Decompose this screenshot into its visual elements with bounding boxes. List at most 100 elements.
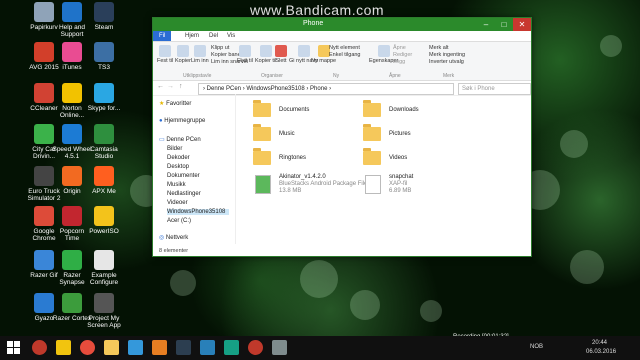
easy-access-button[interactable]: Enkel tilgang (329, 52, 361, 59)
app-icon (62, 2, 82, 22)
desktop-icon[interactable]: TS3 (84, 42, 124, 71)
app-icon[interactable] (224, 340, 239, 355)
app-icon (94, 293, 114, 313)
copy-to-button[interactable]: Kopier til (255, 45, 276, 64)
desktop-icon[interactable]: Project My Screen App (84, 293, 124, 329)
nav-item-acer-c[interactable]: Acer (C:) (167, 218, 191, 224)
nav-item-downloads[interactable]: Nedlastinger (167, 191, 201, 197)
nav-item-favorites[interactable]: ★ Favoritter (159, 100, 191, 107)
nav-item-homegroup[interactable]: ● Hjemmegruppe (159, 118, 205, 124)
select-all-button[interactable]: Merk alt (429, 45, 465, 52)
forward-icon[interactable]: → (167, 83, 174, 90)
nav-item-documents[interactable]: Dokumenter (167, 173, 200, 179)
app-icon (62, 206, 82, 226)
app-icon[interactable] (200, 340, 215, 355)
bandicam-watermark: www.Bandicam.com (250, 2, 385, 18)
power-icon[interactable] (32, 340, 47, 355)
delete-button[interactable]: Slett (275, 45, 287, 64)
group-label-open: Åpne (389, 73, 401, 79)
pin-button[interactable]: Fest til (157, 45, 173, 64)
app-icon (94, 83, 114, 103)
app-icon (62, 42, 82, 62)
ribbon-tabs: Fil Hjem Del Vis (153, 31, 531, 42)
new-small-actions[interactable]: Nytt element Enkel tilgang (329, 45, 361, 59)
language-indicator[interactable]: NOB (530, 344, 543, 350)
app-icon[interactable] (272, 340, 287, 355)
start-button[interactable] (6, 340, 21, 355)
nav-item-this-pc[interactable]: ▭ Denne PCen (159, 136, 201, 143)
history-button[interactable]: Logg (393, 59, 412, 66)
folder-ringtones[interactable]: Ringtones (279, 155, 306, 161)
app-icon (94, 250, 114, 270)
open-button[interactable]: Åpne (393, 45, 412, 52)
app-icon (94, 42, 114, 62)
back-icon[interactable]: ← (157, 83, 164, 90)
steam-icon[interactable] (176, 340, 191, 355)
folder-music[interactable]: Music (279, 131, 295, 137)
desktop-icon[interactable]: APX Me (84, 166, 124, 195)
nav-item-windowsphone[interactable]: WindowsPhone35108 (167, 209, 230, 215)
app-icon (34, 42, 54, 62)
minimize-button[interactable]: – (477, 18, 495, 31)
desktop-icon-label: Project My Screen App (87, 315, 121, 329)
nav-item-decoder[interactable]: Dekoder (167, 155, 190, 161)
search-input[interactable]: Søk i Phone (458, 83, 531, 95)
app-icon (94, 166, 114, 186)
maximize-button[interactable]: □ (495, 18, 513, 31)
file-snapchat[interactable]: snapchat XAP-fil 6.89 MB (389, 174, 413, 195)
up-icon[interactable]: ↑ (179, 83, 183, 90)
chrome-icon[interactable] (80, 340, 95, 355)
delete-icon (275, 45, 287, 57)
app-icon (62, 83, 82, 103)
edit-button[interactable]: Rediger (393, 52, 412, 59)
new-item-button[interactable]: Nytt element (329, 45, 361, 52)
folder-pictures[interactable]: Pictures (389, 131, 411, 137)
folder-downloads[interactable]: Downloads (389, 107, 419, 113)
store-icon[interactable] (128, 340, 143, 355)
windows-logo-icon (7, 341, 20, 354)
bokeh-light (570, 250, 604, 284)
copy-button[interactable]: Kopier (175, 45, 191, 64)
nav-item-videos[interactable]: Videoer (167, 200, 188, 206)
desktop-icon[interactable]: Skype for... (84, 83, 124, 112)
file-name: Akinator_v1.4.2.0 (279, 174, 326, 180)
nav-item-desktop[interactable]: Desktop (167, 164, 189, 170)
app-icon (94, 124, 114, 144)
folder-videos[interactable]: Videos (389, 155, 407, 161)
ribbon: Fest til Kopier Lim inn Klipp ut Kopier … (153, 42, 531, 81)
clock-date[interactable]: 06.03.2016 (586, 349, 616, 355)
file-akinator[interactable]: Akinator_v1.4.2.0 BlueStacks Android Pac… (279, 174, 367, 195)
tab-view[interactable]: Vis (221, 31, 241, 41)
invert-selection-button[interactable]: Inverter utvalg (429, 59, 465, 66)
clock-time[interactable]: 20:44 (592, 340, 607, 346)
close-button[interactable]: ✕ (513, 18, 531, 31)
move-to-button[interactable]: Flytt til (237, 45, 253, 64)
tab-file[interactable]: Fil (153, 31, 172, 41)
nav-item-network[interactable]: ◎ Nettverk (159, 234, 188, 241)
desktop-icon[interactable]: PowerISO (84, 206, 124, 235)
desktop-icon[interactable]: Camtasia Studio (84, 124, 124, 160)
select-actions[interactable]: Merk alt Merk ingenting Inverter utvalg (429, 45, 465, 66)
app-icon (62, 250, 82, 270)
desktop-icon[interactable]: Example Configure (84, 250, 124, 286)
sticky-notes-icon[interactable] (56, 340, 71, 355)
file-explorer-icon[interactable] (104, 340, 119, 355)
app-icon (94, 206, 114, 226)
bokeh-light (600, 35, 622, 57)
copy-icon (176, 45, 189, 57)
desktop-icon[interactable]: Steam (84, 2, 124, 31)
paste-button[interactable]: Lim inn (191, 45, 209, 64)
nav-item-music[interactable]: Musikk (167, 182, 186, 188)
app-icon (34, 250, 54, 270)
app-icon (34, 83, 54, 103)
select-none-button[interactable]: Merk ingenting (429, 52, 465, 59)
nav-item-pictures[interactable]: Bilder (167, 146, 182, 152)
address-bar[interactable]: › Denne PCen › WindowsPhone35108 › Phone… (198, 83, 454, 95)
bandicam-icon[interactable] (248, 340, 263, 355)
app-icon[interactable] (152, 340, 167, 355)
open-small-actions[interactable]: Åpne Rediger Logg (393, 45, 412, 66)
folder-documents[interactable]: Documents (279, 107, 309, 113)
file-type: XAP-fil (389, 181, 408, 187)
tab-home[interactable]: Hjem (179, 31, 205, 41)
title-bar[interactable]: Phone – □ ✕ (153, 18, 531, 31)
